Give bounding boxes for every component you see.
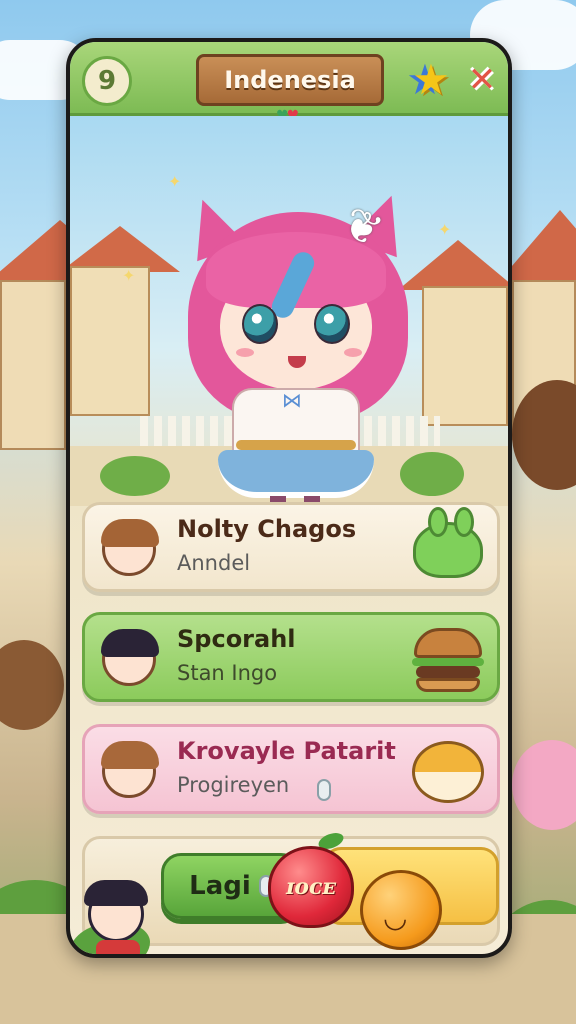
character-scene: ✦ ✦ ✦ ❦ ⋈: [70, 116, 508, 506]
hamster-icon: [409, 733, 487, 811]
card-subtitle: Progireyen: [177, 773, 290, 797]
avatar: [82, 880, 152, 954]
list-item[interactable]: Krovayle Patarit Progireyen: [82, 724, 500, 814]
background-character: [0, 640, 64, 730]
sparkle-icon: ✦: [122, 266, 136, 285]
level-badge[interactable]: 9: [82, 56, 132, 106]
avatar: [93, 623, 165, 695]
game-title: Indenesia: [224, 66, 356, 94]
card-title: Krovayle Patarit: [177, 737, 396, 765]
card-title: Nolty Chagos: [177, 515, 357, 543]
avatar: [93, 513, 165, 585]
title-plaque: Indenesia: [196, 54, 384, 106]
avatar: [93, 735, 165, 807]
game-window: 9 Indenesia ♥♥ ★ ✕ ✦ ✦ ✦: [66, 38, 512, 958]
lagi-label: Lagi: [189, 871, 251, 901]
level-number: 9: [97, 66, 117, 96]
capsule-icon: [317, 779, 331, 801]
burger-icon: [409, 621, 487, 699]
slime-icon: [409, 507, 487, 589]
sparkle-icon: ✦: [438, 220, 452, 239]
top-bar: 9 Indenesia ♥♥ ★ ✕: [70, 42, 508, 124]
card-subtitle: Anndel: [177, 551, 251, 575]
sparkle-icon: ✦: [168, 172, 182, 191]
list-item[interactable]: Spcorahl Stan Ingo: [82, 612, 500, 702]
apple-icon[interactable]: ɪᴏᴄᴇ: [268, 846, 354, 928]
close-icon[interactable]: ✕: [462, 60, 502, 100]
list-item[interactable]: Nolty Chagos Anndel: [82, 502, 500, 592]
card-subtitle: Stan Ingo: [177, 661, 278, 685]
background-character: [512, 740, 576, 830]
orange-icon[interactable]: ◡: [360, 870, 442, 950]
card-title: Spcorahl: [177, 625, 296, 653]
star-icon[interactable]: ★: [406, 58, 456, 102]
player-character[interactable]: ❦ ⋈: [166, 186, 426, 506]
